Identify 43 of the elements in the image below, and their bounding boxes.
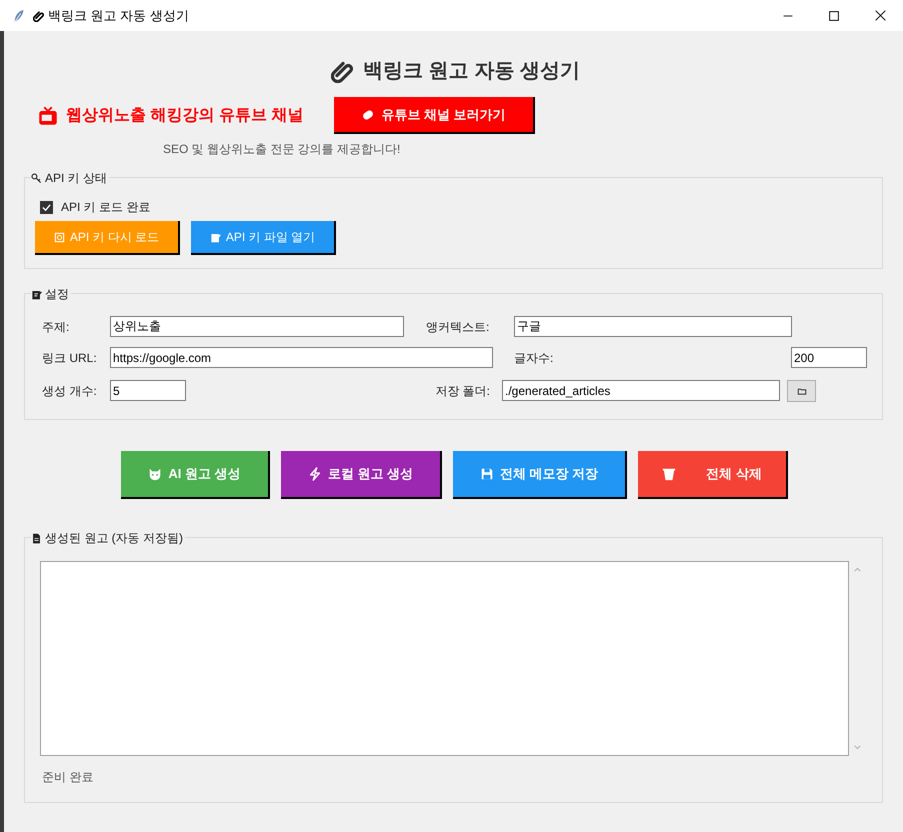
- text-field[interactable]: 200: [791, 347, 867, 368]
- tv-icon: [38, 106, 58, 126]
- checkbox-label: API 키 로드 완료: [61, 199, 150, 216]
- field-label: 앵커텍스트:: [426, 318, 490, 336]
- group-legend: 생성된 원고 (자동 저장됨): [45, 529, 183, 547]
- text-field[interactable]: 5: [110, 380, 186, 401]
- text-field[interactable]: https://google.com: [110, 347, 493, 368]
- field-label: 생성 개수:: [42, 382, 98, 400]
- window-title: 백링크 원고 자동 생성기: [48, 6, 189, 25]
- paperclip-icon: [331, 59, 356, 83]
- youtube-channel-button[interactable]: 유튜브 채널 보러가기: [334, 97, 535, 134]
- reload-icon: [54, 232, 65, 242]
- folder-icon: [796, 386, 806, 396]
- channel-label: 웹상위노출 해킹강의 유튜브 채널: [66, 106, 304, 126]
- bolt-icon: [308, 467, 322, 481]
- memo-icon: [210, 232, 221, 242]
- status-text: 준비 완료: [42, 769, 94, 786]
- maximize-icon: [829, 10, 839, 20]
- app-heading: 백링크 원고 자동 생성기: [363, 59, 580, 84]
- scroll-up-icon: [853, 565, 862, 574]
- close-icon: [874, 10, 886, 21]
- field-label: 글자수:: [514, 350, 554, 366]
- text-field[interactable]: ./generated_articles: [502, 380, 780, 401]
- cat-icon: [148, 467, 162, 481]
- scroll-down-icon: [853, 743, 862, 752]
- checkbox[interactable]: [40, 200, 53, 214]
- paperclip-icon: [33, 10, 45, 22]
- field-label: 링크 URL:: [42, 350, 98, 366]
- bin-icon: [662, 467, 676, 481]
- group-legend: API 키 상태: [45, 169, 108, 187]
- group-legend: 설정: [45, 285, 69, 303]
- action-button[interactable]: 로컬 원고 생성: [281, 451, 442, 499]
- subtitle: SEO 및 웹상위노출 전문 강의를 제공합니다!: [163, 141, 400, 158]
- action-button[interactable]: 전체 삭제: [638, 451, 788, 499]
- floppy-icon: [480, 467, 494, 481]
- memo-icon: [31, 288, 42, 300]
- field-label: 주제:: [42, 318, 70, 336]
- key-icon: [31, 172, 42, 184]
- text-field[interactable]: 구글: [514, 316, 792, 337]
- browse-folder-button[interactable]: [787, 380, 816, 402]
- feather-icon: [12, 8, 26, 22]
- text-field[interactable]: 상위노출: [110, 316, 404, 337]
- field-label: 저장 폴더:: [434, 382, 491, 400]
